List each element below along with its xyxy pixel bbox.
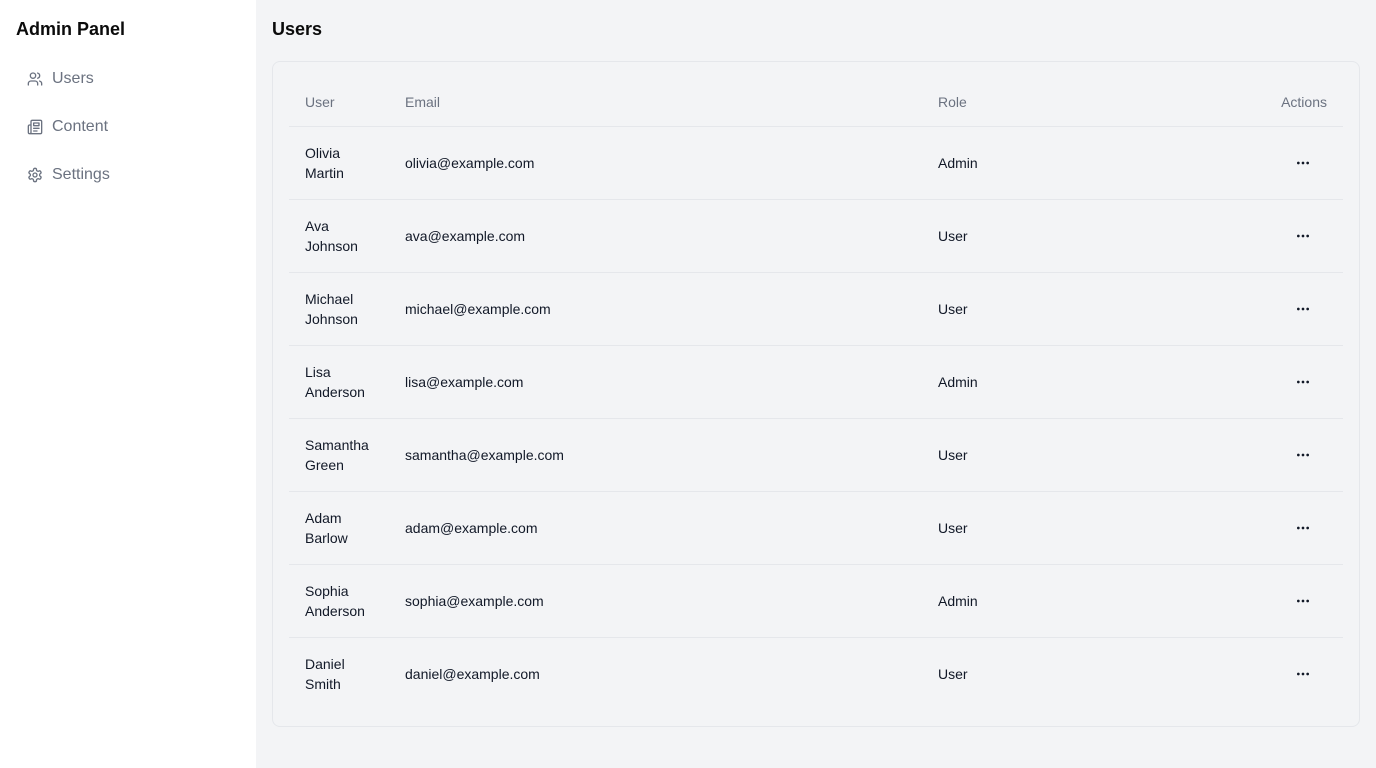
row-actions-button[interactable] bbox=[1291, 224, 1315, 248]
table-row[interactable]: Adam Barlow adam@example.com User bbox=[289, 491, 1343, 564]
row-actions-button[interactable] bbox=[1291, 516, 1315, 540]
row-actions-button[interactable] bbox=[1291, 151, 1315, 175]
user-email-cell: lisa@example.com bbox=[405, 373, 524, 390]
row-actions-button[interactable] bbox=[1291, 443, 1315, 467]
actions-cell bbox=[1122, 418, 1343, 491]
user-role-cell: Admin bbox=[938, 154, 978, 171]
actions-cell bbox=[1122, 345, 1343, 418]
column-header-role: Role bbox=[938, 93, 967, 110]
user-email-cell: adam@example.com bbox=[405, 519, 538, 536]
user-name-cell: Samantha Green bbox=[289, 418, 389, 491]
user-name-cell: Ava Johnson bbox=[289, 199, 389, 272]
table-row[interactable]: Lisa Anderson lisa@example.com Admin bbox=[289, 345, 1343, 418]
more-horizontal-icon bbox=[1297, 672, 1309, 676]
column-header-user: User bbox=[305, 93, 335, 110]
user-first-name: Sophia bbox=[305, 582, 349, 599]
table-body: Olivia Martin olivia@example.com Admin A… bbox=[289, 126, 1343, 710]
more-horizontal-icon bbox=[1297, 234, 1309, 237]
column-header-email: Email bbox=[405, 93, 441, 110]
user-name-cell: Lisa Anderson bbox=[289, 345, 389, 418]
user-last-name: Johnson bbox=[305, 310, 358, 327]
user-email-cell: sophia@example.com bbox=[405, 592, 544, 609]
sidebar-item-label: Settings bbox=[52, 166, 110, 183]
user-email-cell: ava@example.com bbox=[405, 227, 526, 244]
row-actions-button[interactable] bbox=[1291, 297, 1315, 321]
sidebar-item-label: Content bbox=[52, 118, 109, 135]
sidebar-nav: Users Content Settings bbox=[16, 55, 240, 199]
table-row[interactable]: Olivia Martin olivia@example.com Admin bbox=[289, 126, 1343, 199]
page-title: Users bbox=[272, 19, 323, 39]
app: Admin Panel Users Content Settings Users… bbox=[0, 0, 1376, 768]
table-header: User Email Role Actions bbox=[289, 78, 1343, 126]
user-last-name: Green bbox=[305, 456, 344, 473]
sidebar-item-label: Users bbox=[52, 70, 94, 87]
user-role-cell: Admin bbox=[938, 592, 978, 609]
user-role-cell: User bbox=[938, 665, 968, 682]
actions-cell bbox=[1122, 491, 1343, 564]
table-row[interactable]: Samantha Green samantha@example.com User bbox=[289, 418, 1343, 491]
more-horizontal-icon bbox=[1297, 599, 1309, 602]
table-row[interactable]: Sophia Anderson sophia@example.com Admin bbox=[289, 564, 1343, 637]
more-horizontal-icon bbox=[1297, 307, 1309, 310]
actions-cell bbox=[1122, 272, 1343, 345]
column-header-actions: Actions bbox=[1281, 93, 1327, 110]
more-horizontal-icon bbox=[1297, 526, 1309, 529]
sidebar: Admin Panel Users Content Settings bbox=[0, 0, 256, 768]
users-icon bbox=[27, 71, 43, 87]
user-name-cell: Adam Barlow bbox=[289, 491, 389, 564]
user-last-name: Smith bbox=[305, 675, 341, 692]
user-role-cell: User bbox=[938, 300, 968, 317]
user-first-name: Adam bbox=[305, 509, 342, 526]
user-first-name: Daniel bbox=[305, 655, 345, 672]
user-last-name: Barlow bbox=[305, 529, 348, 546]
row-actions-button[interactable] bbox=[1291, 662, 1315, 686]
table-row[interactable]: Daniel Smith daniel@example.com User bbox=[289, 637, 1343, 710]
row-actions-button[interactable] bbox=[1291, 589, 1315, 613]
user-role-cell: User bbox=[938, 519, 968, 536]
user-name-cell: Olivia Martin bbox=[289, 126, 389, 199]
user-role-cell: User bbox=[938, 227, 968, 244]
user-last-name: Martin bbox=[305, 164, 344, 181]
user-last-name: Johnson bbox=[305, 237, 358, 254]
user-last-name: Anderson bbox=[305, 602, 365, 619]
user-email-cell: daniel@example.com bbox=[405, 665, 540, 682]
more-horizontal-icon bbox=[1297, 453, 1309, 456]
user-email-cell: michael@example.com bbox=[405, 300, 551, 317]
user-last-name: Anderson bbox=[305, 383, 365, 400]
brand-title: Admin Panel bbox=[16, 19, 126, 39]
sidebar-item-users[interactable]: Users bbox=[16, 55, 240, 103]
actions-cell bbox=[1122, 126, 1343, 199]
user-first-name: Olivia bbox=[305, 144, 341, 161]
table-row[interactable]: Michael Johnson michael@example.com User bbox=[289, 272, 1343, 345]
table-header-row: User Email Role Actions bbox=[289, 78, 1343, 126]
user-name-cell: Sophia Anderson bbox=[289, 564, 389, 637]
user-name-cell: Daniel Smith bbox=[289, 637, 389, 710]
users-table-card: User Email Role Actions Olivia Martin ol… bbox=[272, 61, 1360, 727]
row-actions-button[interactable] bbox=[1291, 370, 1315, 394]
table-row[interactable]: Ava Johnson ava@example.com User bbox=[289, 199, 1343, 272]
actions-cell bbox=[1122, 199, 1343, 272]
user-name-cell: Michael Johnson bbox=[289, 272, 389, 345]
users-table: User Email Role Actions Olivia Martin ol… bbox=[289, 78, 1343, 710]
sidebar-item-content[interactable]: Content bbox=[16, 103, 240, 151]
user-email-cell: olivia@example.com bbox=[405, 154, 535, 171]
actions-cell bbox=[1122, 637, 1343, 710]
user-first-name: Lisa bbox=[305, 363, 331, 380]
user-first-name: Samantha bbox=[305, 436, 369, 453]
sidebar-item-settings[interactable]: Settings bbox=[16, 151, 240, 199]
gear-icon bbox=[27, 167, 43, 183]
user-role-cell: User bbox=[938, 446, 968, 463]
newspaper-icon bbox=[27, 119, 43, 135]
user-role-cell: Admin bbox=[938, 373, 978, 390]
user-email-cell: samantha@example.com bbox=[405, 446, 564, 463]
user-first-name: Ava bbox=[305, 217, 329, 234]
main-content: Users User Email Role Actions Olivia Mar… bbox=[256, 0, 1376, 768]
actions-cell bbox=[1122, 564, 1343, 637]
more-horizontal-icon bbox=[1297, 161, 1309, 164]
more-horizontal-icon bbox=[1297, 380, 1309, 383]
user-first-name: Michael bbox=[305, 290, 354, 307]
